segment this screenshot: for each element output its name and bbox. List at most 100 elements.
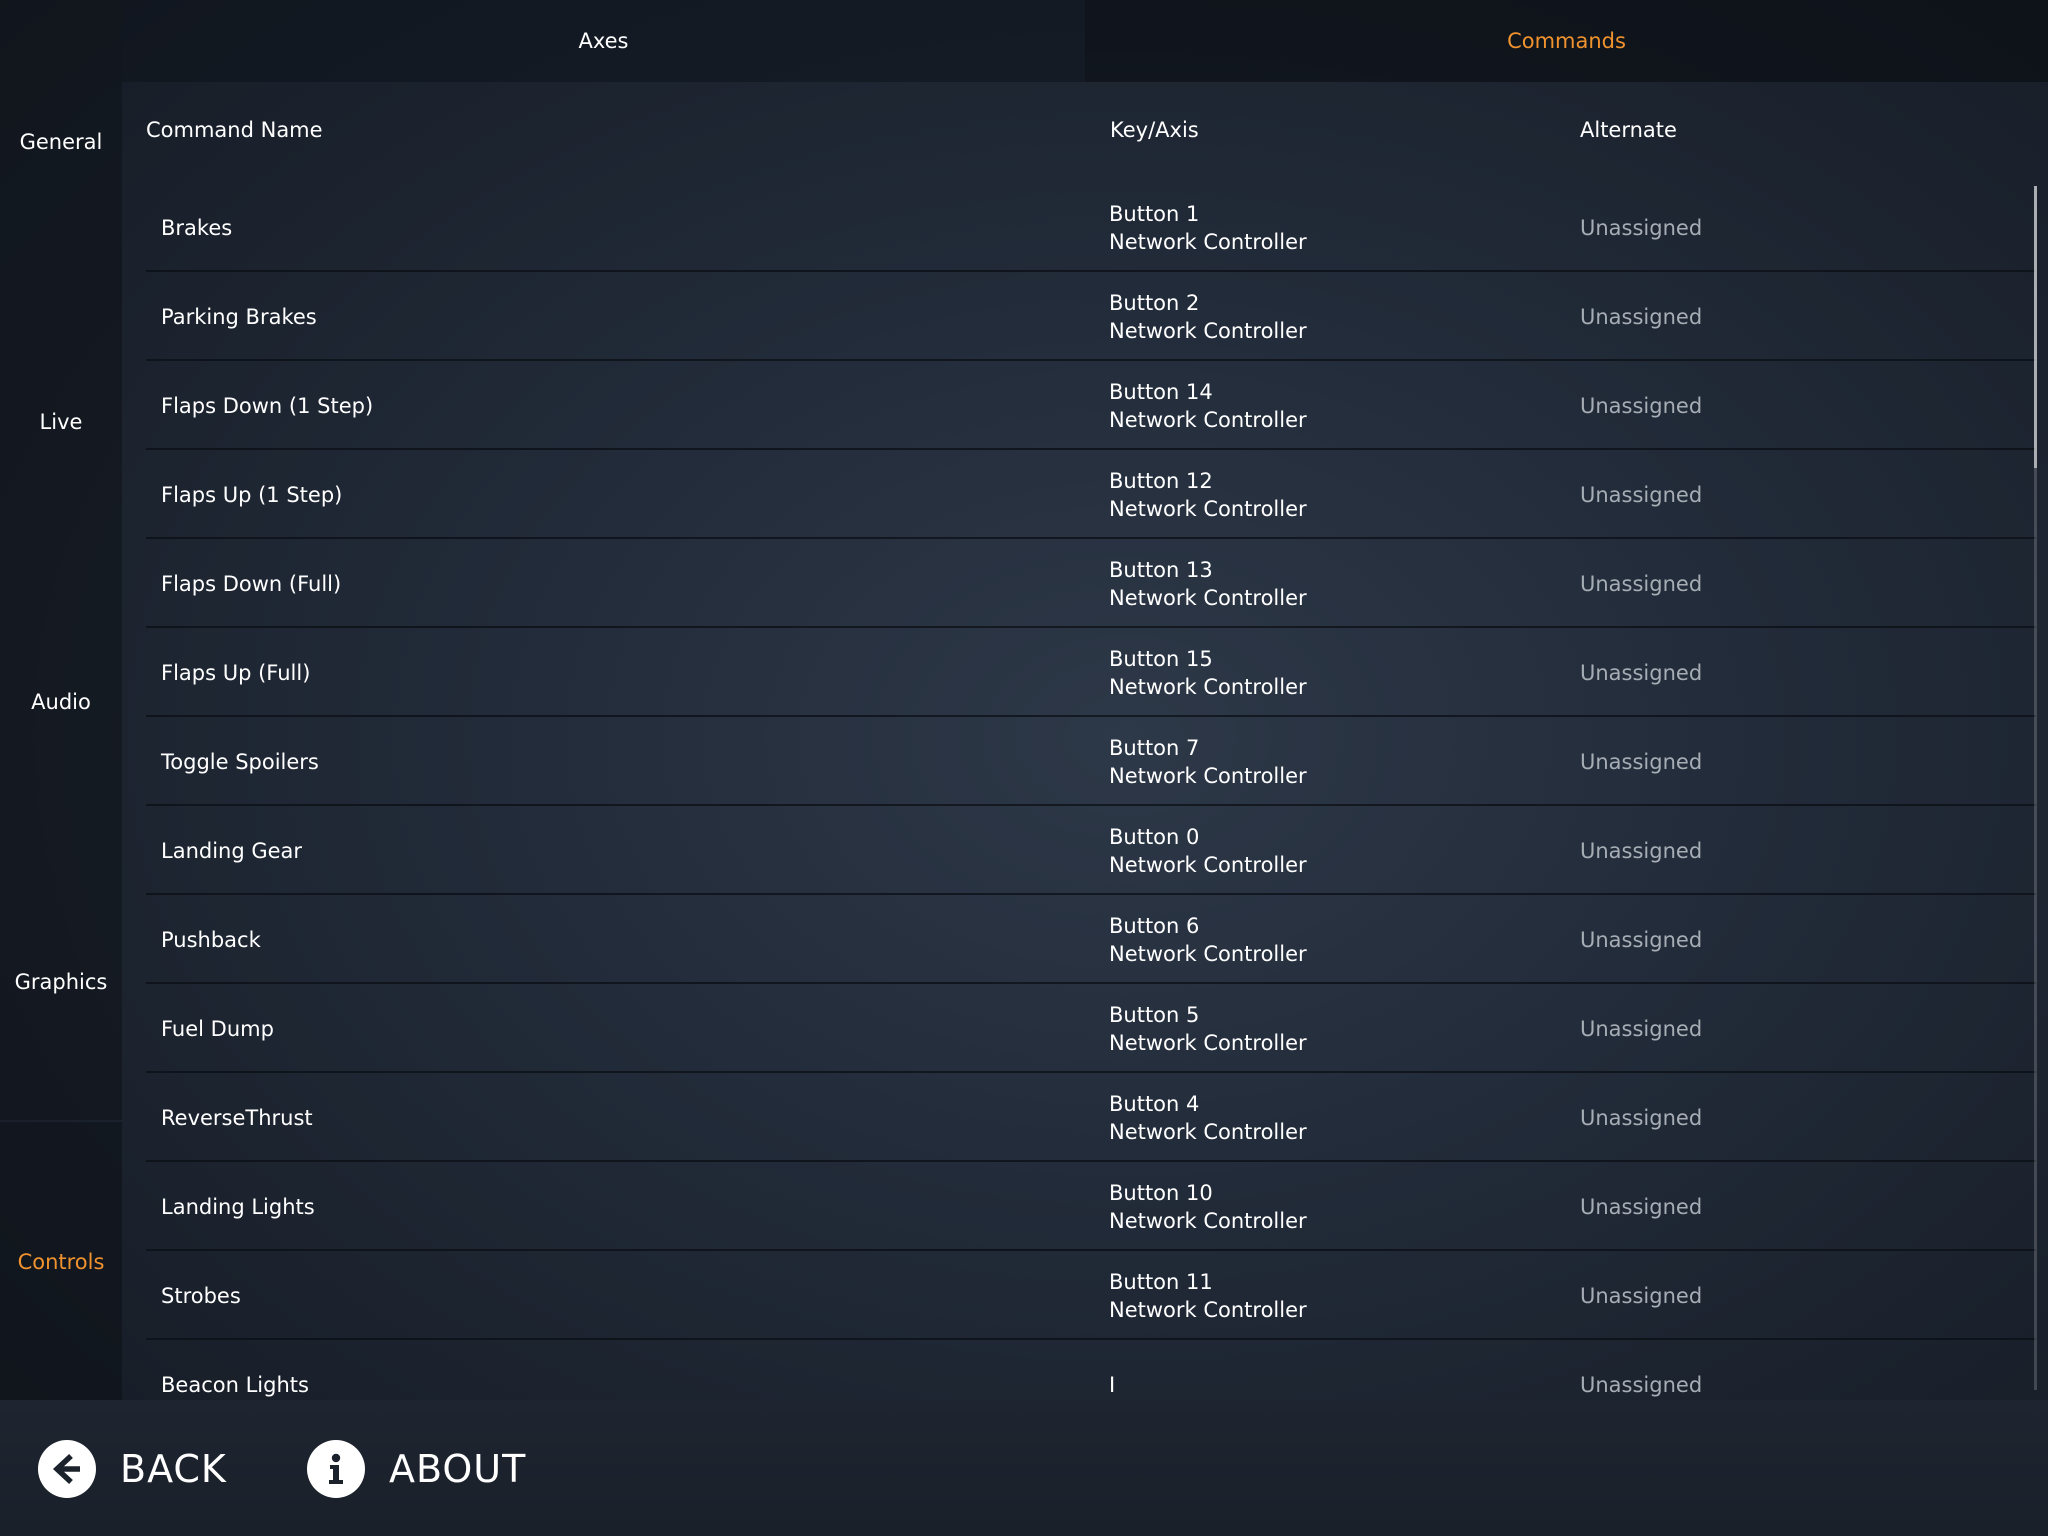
about-button[interactable]: ABOUT (307, 1440, 526, 1498)
alternate-cell[interactable]: Unassigned (1580, 806, 1702, 895)
alternate-cell[interactable]: Unassigned (1580, 1340, 1702, 1400)
key-binding: Button 14 (1109, 379, 1213, 404)
table-row[interactable]: Fuel Dump Button 5 Network Controller Unass… (146, 984, 2036, 1073)
key-device: Network Controller (1109, 1119, 1307, 1144)
key-binding: Button 2 (1109, 290, 1200, 315)
sidebar-item-audio[interactable]: Audio (0, 562, 122, 842)
sidebar-item-general[interactable]: General (0, 2, 122, 282)
alternate-cell[interactable]: Unassigned (1580, 1162, 1702, 1251)
scrollbar-thumb[interactable] (2034, 186, 2037, 468)
key-device: Network Controller (1109, 674, 1307, 699)
table-row[interactable]: Parking Brakes Button 2 Network Controller… (146, 272, 2036, 361)
key-device: Network Controller (1109, 1297, 1307, 1322)
alternate-cell[interactable]: Unassigned (1580, 717, 1702, 806)
key-axis-cell[interactable]: Button 15 Network Controller (1109, 628, 1307, 717)
alternate-cell[interactable]: Unassigned (1580, 272, 1702, 361)
alternate-cell[interactable]: Unassigned (1580, 628, 1702, 717)
key-axis-cell[interactable]: Button 12 Network Controller (1109, 450, 1307, 539)
alternate-cell[interactable]: Unassigned (1580, 539, 1702, 628)
table-row[interactable]: Flaps Up (1 Step) Button 12 Network Contro… (146, 450, 2036, 539)
bottom-bar: BACK ABOUT (0, 1400, 2048, 1536)
command-name-cell: Beacon Lights (161, 1372, 309, 1397)
tab-axes[interactable]: Axes (122, 0, 1085, 82)
alternate-cell[interactable]: Unassigned (1580, 361, 1702, 450)
key-binding: I (1109, 1372, 1116, 1397)
key-device: Network Controller (1109, 318, 1307, 343)
key-binding: Button 4 (1109, 1091, 1200, 1116)
command-name-cell: Toggle Spoilers (161, 749, 319, 774)
key-device: Network Controller (1109, 941, 1307, 966)
table-row[interactable]: Flaps Down (1 Step) Button 14 Network Cont… (146, 361, 2036, 450)
key-axis-cell[interactable]: Button 4 Network Controller (1109, 1073, 1307, 1162)
arrow-left-icon (38, 1440, 96, 1498)
key-axis-cell[interactable]: I (1109, 1340, 1115, 1400)
back-button[interactable]: BACK (38, 1440, 227, 1498)
back-label: BACK (120, 1447, 227, 1491)
key-axis-cell[interactable]: Button 11 Network Controller (1109, 1251, 1307, 1340)
key-binding: Button 11 (1109, 1269, 1213, 1294)
settings-sidebar: General Live Audio Graphics Controls (0, 0, 122, 1402)
column-header-alternate: Alternate (1580, 118, 1677, 142)
command-name-cell: Flaps Down (Full) (161, 571, 342, 596)
table-row[interactable]: Landing Gear Button 0 Network Controller Un… (146, 806, 2036, 895)
key-binding: Button 7 (1109, 735, 1200, 760)
table-row[interactable]: Brakes Button 1 Network Controller Unassign… (146, 183, 2036, 272)
tab-commands[interactable]: Commands (1085, 0, 2048, 82)
key-binding: Button 12 (1109, 468, 1213, 493)
about-label: ABOUT (389, 1447, 527, 1491)
sidebar-item-graphics[interactable]: Graphics (0, 842, 122, 1122)
key-axis-cell[interactable]: Button 2 Network Controller (1109, 272, 1307, 361)
key-device: Network Controller (1109, 1208, 1307, 1233)
command-name-cell: Landing Lights (161, 1194, 315, 1219)
command-name-cell: Flaps Down (1 Step) (161, 393, 374, 418)
alternate-cell[interactable]: Unassigned (1580, 1073, 1702, 1162)
table-row[interactable]: Flaps Down (Full) Button 13 Network Contro… (146, 539, 2036, 628)
alternate-cell[interactable]: Unassigned (1580, 183, 1702, 272)
key-axis-cell[interactable]: Button 7 Network Controller (1109, 717, 1307, 806)
table-row[interactable]: Landing Lights Button 10 Network Controlle… (146, 1162, 2036, 1251)
sidebar-item-live[interactable]: Live (0, 282, 122, 562)
column-header-key-axis: Key/Axis (1110, 118, 1199, 142)
command-name-cell: Parking Brakes (161, 304, 317, 329)
table-body: Brakes Button 1 Network Controller Unassign… (146, 183, 2036, 1400)
alternate-cell[interactable]: Unassigned (1580, 895, 1702, 984)
key-device: Network Controller (1109, 852, 1307, 877)
key-binding: Button 10 (1109, 1180, 1213, 1205)
sidebar-item-controls[interactable]: Controls (0, 1122, 122, 1402)
command-name-cell: Fuel Dump (161, 1016, 274, 1041)
table-row[interactable]: Toggle Spoilers Button 7 Network Controlle… (146, 717, 2036, 806)
key-device: Network Controller (1109, 229, 1307, 254)
table-row[interactable]: Beacon Lights I Unassigned (146, 1340, 2036, 1400)
table-header: Command Name Key/Axis Alternate (146, 86, 2036, 174)
table-row[interactable]: ReverseThrust Button 4 Network Controller U… (146, 1073, 2036, 1162)
key-binding: Button 0 (1109, 824, 1200, 849)
key-axis-cell[interactable]: Button 0 Network Controller (1109, 806, 1307, 895)
key-axis-cell[interactable]: Button 13 Network Controller (1109, 539, 1307, 628)
key-axis-cell[interactable]: Button 1 Network Controller (1109, 183, 1307, 272)
key-binding: Button 1 (1109, 201, 1200, 226)
key-device: Network Controller (1109, 763, 1307, 788)
key-axis-cell[interactable]: Button 5 Network Controller (1109, 984, 1307, 1073)
controls-tabs: Axes Commands (122, 0, 2048, 82)
key-axis-cell[interactable]: Button 6 Network Controller (1109, 895, 1307, 984)
command-name-cell: Strobes (161, 1283, 241, 1308)
commands-table: Command Name Key/Axis Alternate Brakes Bu… (146, 86, 2036, 1400)
command-name-cell: Landing Gear (161, 838, 303, 863)
key-axis-cell[interactable]: Button 14 Network Controller (1109, 361, 1307, 450)
table-row[interactable]: Pushback Button 6 Network Controller Unassi… (146, 895, 2036, 984)
alternate-cell[interactable]: Unassigned (1580, 1251, 1702, 1340)
command-name-cell: Flaps Up (Full) (161, 660, 311, 685)
table-row[interactable]: Flaps Up (Full) Button 15 Network Controll… (146, 628, 2036, 717)
key-device: Network Controller (1109, 407, 1307, 432)
table-row[interactable]: Strobes Button 11 Network Controller Unassi… (146, 1251, 2036, 1340)
key-axis-cell[interactable]: Button 10 Network Controller (1109, 1162, 1307, 1251)
alternate-cell[interactable]: Unassigned (1580, 984, 1702, 1073)
command-name-cell: ReverseThrust (161, 1105, 313, 1130)
key-binding: Button 6 (1109, 913, 1200, 938)
alternate-cell[interactable]: Unassigned (1580, 450, 1702, 539)
command-name-cell: Flaps Up (1 Step) (161, 482, 343, 507)
key-device: Network Controller (1109, 585, 1307, 610)
info-icon (307, 1440, 365, 1498)
table-scrollbar[interactable] (2034, 186, 2037, 1390)
command-name-cell: Pushback (161, 927, 261, 952)
